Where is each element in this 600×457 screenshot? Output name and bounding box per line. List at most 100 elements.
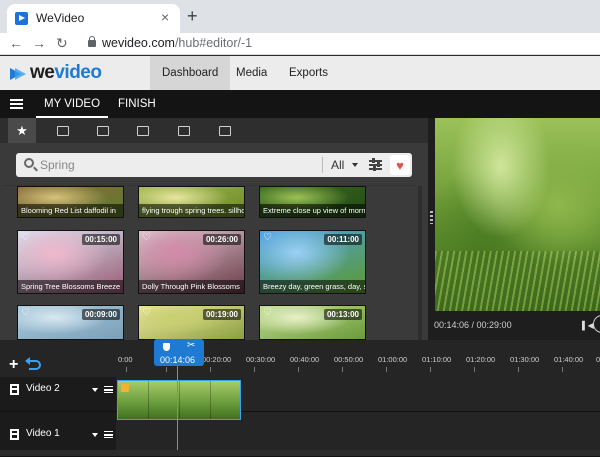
nav-exports[interactable]: Exports: [277, 56, 340, 90]
thumb-duration: 00:19:00: [202, 309, 241, 320]
heart-icon[interactable]: ♡: [142, 308, 151, 318]
playhead-time: 00:14:06: [160, 355, 196, 365]
media-thumb[interactable]: ♡ 00:19:00: [138, 305, 245, 340]
thumb-caption: Dolly Through Pink Blossoms: [139, 280, 244, 293]
hamburger-menu-icon[interactable]: [10, 99, 23, 109]
ruler-tick: [298, 367, 299, 372]
track-video-1: [0, 422, 600, 457]
nav-dashboard[interactable]: Dashboard: [150, 56, 231, 90]
ruler-tick-label: 01:20:00: [466, 355, 496, 364]
reload-icon[interactable]: ↻: [56, 35, 68, 51]
ruler-tick-label: 00:50:00: [334, 355, 364, 364]
thumb-duration: 00:26:00: [202, 234, 241, 245]
thumb-caption: Blooming Red List daffodil in: [18, 204, 123, 217]
heart-icon[interactable]: ♡: [21, 233, 30, 243]
folder-icon[interactable]: [49, 118, 77, 143]
new-tab-icon[interactable]: +: [187, 7, 198, 25]
ruler-tick: [518, 367, 519, 372]
ruler-tick-label: 01:50:00: [596, 355, 600, 364]
media-thumb[interactable]: Blooming Red List daffodil in: [17, 186, 124, 218]
logo-text-we: we: [30, 62, 55, 83]
logo-text-video: video: [54, 62, 102, 83]
media-scrollbar[interactable]: [418, 186, 422, 340]
ruler-tick-label: 01:10:00: [422, 355, 452, 364]
thumb-duration: 00:15:00: [81, 234, 120, 245]
star-icon[interactable]: ★: [8, 118, 36, 143]
close-tab-icon[interactable]: ×: [161, 9, 169, 25]
heart-icon[interactable]: ♡: [21, 308, 30, 318]
video-preview[interactable]: [435, 118, 600, 311]
chevron-down-icon[interactable]: [92, 433, 98, 437]
tab-my-video[interactable]: MY VIDEO: [36, 90, 109, 118]
undo-icon[interactable]: [25, 357, 41, 370]
thumb-duration: 00:11:00: [324, 234, 362, 245]
media-thumb[interactable]: flying trough spring trees. sillho: [138, 186, 245, 218]
chevron-down-icon[interactable]: [92, 388, 98, 392]
tab-finish[interactable]: FINISH: [118, 90, 156, 118]
url-field[interactable]: wevideo.com/hub#editor/-1: [102, 36, 252, 50]
media-thumb[interactable]: ♡ 00:11:00 Breezy day, green grass, day,…: [259, 230, 366, 294]
browser-tab-title: WeVideo: [36, 11, 85, 25]
thumb-duration: 00:09:00: [81, 309, 120, 320]
ruler-tick: [386, 367, 387, 372]
heart-icon[interactable]: ♡: [263, 233, 272, 243]
forward-arrow-icon[interactable]: →: [32, 35, 46, 51]
thumb-duration: 00:13:00: [323, 309, 362, 320]
ruler-tick: [342, 367, 343, 372]
image-edit-icon[interactable]: [170, 118, 198, 143]
back-arrow-icon[interactable]: ←: [9, 35, 23, 51]
music-library-icon[interactable]: [129, 118, 157, 143]
browser-tab[interactable]: WeVideo ×: [7, 4, 180, 33]
track-menu-icon[interactable]: [104, 431, 113, 438]
search-query[interactable]: Spring: [40, 158, 75, 172]
playhead-line[interactable]: [177, 365, 178, 450]
preview-timecode: 00:14:06 / 00:29:00: [434, 320, 512, 330]
ruler-tick-label: 00:20:00: [202, 355, 232, 364]
ruler-tick-label: 00:30:00: [246, 355, 276, 364]
image-icon[interactable]: [211, 118, 239, 143]
ruler-tick-label: 01:30:00: [510, 355, 540, 364]
ruler-tick: [474, 367, 475, 372]
url-host: wevideo.com: [102, 36, 175, 50]
wevideo-logo-icon: [10, 66, 26, 80]
film-icon: [10, 384, 19, 395]
film-icon: [10, 429, 19, 440]
track-name: Video 1: [26, 428, 60, 439]
ruler-tick: [166, 367, 167, 372]
chevron-down-icon[interactable]: [352, 163, 358, 167]
ruler-tick: [430, 367, 431, 372]
ruler-tick: [254, 367, 255, 372]
ruler-tick: [126, 367, 127, 372]
add-track-button[interactable]: +: [9, 357, 18, 373]
favorites-heart-icon[interactable]: ♥: [390, 155, 410, 175]
heart-icon[interactable]: ♡: [263, 308, 272, 318]
filter-select[interactable]: All: [331, 158, 344, 172]
clip-badge-icon: [121, 384, 129, 392]
nav-media[interactable]: Media: [224, 56, 279, 90]
search-icon: [24, 158, 34, 168]
thumb-caption: Breezy day, green grass, day, su...: [260, 280, 365, 293]
timeline-clip[interactable]: [117, 380, 241, 420]
ruler-tick-label: 00:40:00: [290, 355, 320, 364]
thumb-caption: Spring Tree Blossoms Breeze: [18, 280, 123, 293]
panel-resize-handle[interactable]: [430, 211, 433, 224]
media-thumb[interactable]: ♡ 00:15:00 Spring Tree Blossoms Breeze: [17, 230, 124, 294]
track-video-2: [0, 377, 600, 412]
track-menu-icon[interactable]: [104, 386, 113, 393]
ruler-tick-label: 01:40:00: [554, 355, 584, 364]
split-scissors-icon[interactable]: ✂: [187, 340, 195, 351]
sliders-icon[interactable]: [369, 158, 382, 171]
track-name: Video 2: [26, 383, 60, 394]
url-path: /hub#editor/-1: [174, 36, 253, 50]
lock-icon[interactable]: [88, 36, 96, 47]
media-thumb[interactable]: ♡ 00:26:00 Dolly Through Pink Blossoms: [138, 230, 245, 294]
photo-library-icon[interactable]: [89, 118, 117, 143]
media-thumb[interactable]: ♡ 00:13:00: [259, 305, 366, 340]
ruler-tick: [562, 367, 563, 372]
media-thumb[interactable]: Extreme close up view of morn...: [259, 186, 366, 218]
marker-icon[interactable]: [163, 343, 170, 351]
ruler-tick-label: 0:00: [118, 355, 133, 364]
media-thumb[interactable]: ♡ 00:09:00: [17, 305, 124, 340]
wevideo-logo[interactable]: wevideo: [10, 62, 102, 84]
heart-icon[interactable]: ♡: [142, 233, 151, 243]
